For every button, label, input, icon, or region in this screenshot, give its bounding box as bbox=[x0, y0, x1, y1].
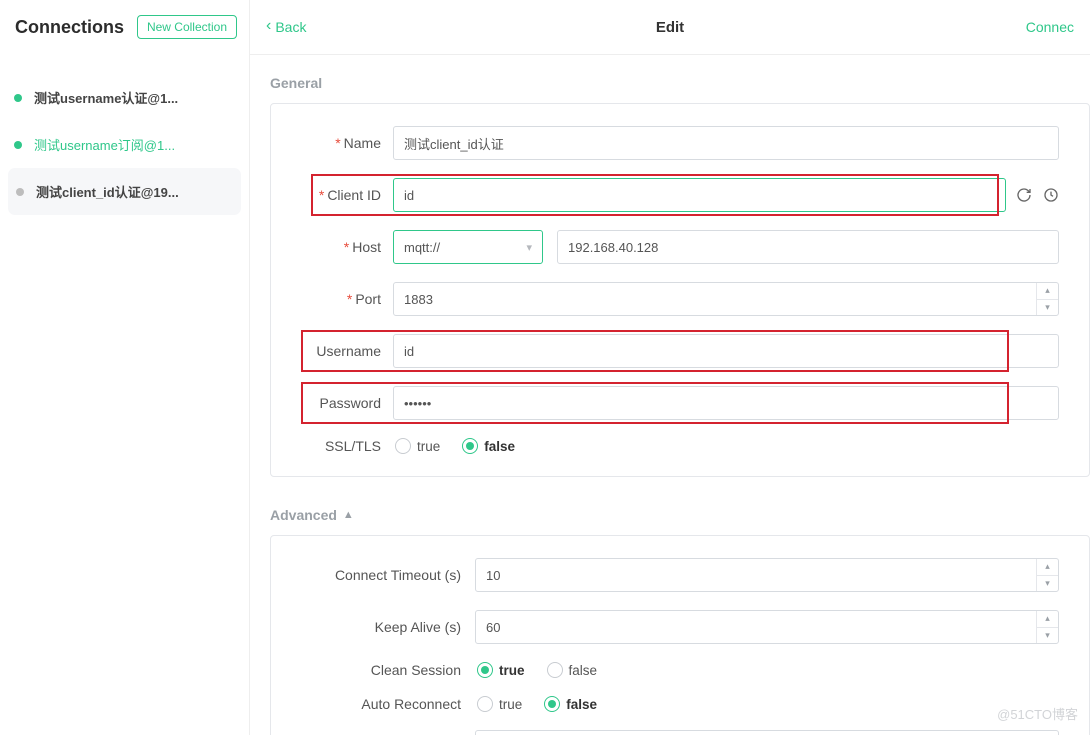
name-input[interactable]: 测试client_id认证 bbox=[393, 126, 1059, 160]
connect-timeout-input[interactable]: 10 bbox=[475, 558, 1059, 592]
chevron-down-icon[interactable]: ▾ bbox=[1037, 628, 1058, 644]
host-scheme-select[interactable]: mqtt:// ▾ bbox=[393, 230, 543, 264]
main-panel: ‹ Back Edit Connec General *Name 测试clien… bbox=[250, 0, 1090, 735]
username-input[interactable]: id bbox=[393, 334, 1059, 368]
connection-item[interactable]: 测试username订阅@1... bbox=[0, 121, 249, 168]
connection-label: 测试username认证@1... bbox=[34, 88, 178, 107]
label-auto-reconnect: Auto Reconnect bbox=[361, 696, 461, 712]
auto-reconnect-true-radio[interactable]: true bbox=[477, 696, 522, 712]
label-port: Port bbox=[355, 291, 381, 307]
sidebar: Connections New Collection 测试username认证@… bbox=[0, 0, 250, 735]
status-dot-icon bbox=[16, 188, 24, 196]
label-host: Host bbox=[352, 239, 381, 255]
topbar: ‹ Back Edit Connec bbox=[250, 0, 1090, 55]
label-ssl: SSL/TLS bbox=[325, 438, 381, 454]
label-keep-alive: Keep Alive (s) bbox=[375, 619, 461, 635]
connection-label: 测试client_id认证@19... bbox=[36, 182, 179, 201]
label-name: Name bbox=[344, 135, 381, 151]
auto-reconnect-radio-group: true false bbox=[475, 696, 597, 712]
number-stepper[interactable]: ▴▾ bbox=[1036, 283, 1058, 315]
connection-item[interactable]: 测试client_id认证@19... bbox=[8, 168, 241, 215]
password-input[interactable]: •••••• bbox=[393, 386, 1059, 420]
chevron-left-icon: ‹ bbox=[266, 18, 271, 34]
connection-list: 测试username认证@1... 测试username订阅@1... 测试cl… bbox=[0, 74, 249, 215]
label-client-id: Client ID bbox=[327, 187, 381, 203]
ssl-radio-group: true false bbox=[393, 438, 515, 454]
advanced-panel: Connect Timeout (s) 10 ▴▾ Keep Alive (s)… bbox=[270, 535, 1090, 735]
status-dot-icon bbox=[14, 141, 22, 149]
host-address-input[interactable]: 192.168.40.128 bbox=[557, 230, 1059, 264]
auto-reconnect-false-radio[interactable]: false bbox=[544, 696, 597, 712]
connection-item[interactable]: 测试username认证@1... bbox=[0, 74, 249, 121]
label-clean-session: Clean Session bbox=[371, 662, 461, 678]
ssl-false-radio[interactable]: false bbox=[462, 438, 515, 454]
sidebar-title: Connections bbox=[15, 17, 124, 38]
page-title: Edit bbox=[656, 19, 684, 36]
chevron-down-icon[interactable]: ▾ bbox=[1037, 300, 1058, 316]
mqtt-version-select[interactable]: 3.1.1 ▾ bbox=[475, 730, 1059, 735]
history-icon[interactable] bbox=[1042, 186, 1059, 204]
chevron-down-icon[interactable]: ▾ bbox=[1037, 576, 1058, 592]
clean-session-true-radio[interactable]: true bbox=[477, 662, 525, 678]
status-dot-icon bbox=[14, 94, 22, 102]
keep-alive-input[interactable]: 60 bbox=[475, 610, 1059, 644]
watermark: @51CTO博客 bbox=[997, 704, 1078, 723]
general-panel: *Name 测试client_id认证 *Client ID id bbox=[270, 103, 1090, 477]
chevron-up-icon[interactable]: ▴ bbox=[1037, 611, 1058, 628]
back-label: Back bbox=[275, 19, 306, 35]
caret-up-icon: ▲ bbox=[343, 509, 354, 521]
back-button[interactable]: ‹ Back bbox=[266, 19, 306, 35]
section-advanced-title[interactable]: Advanced ▲ bbox=[270, 507, 1090, 523]
label-password: Password bbox=[320, 395, 381, 411]
ssl-true-radio[interactable]: true bbox=[395, 438, 440, 454]
port-input[interactable]: 1883 bbox=[393, 282, 1059, 316]
chevron-up-icon[interactable]: ▴ bbox=[1037, 559, 1058, 576]
new-collection-button[interactable]: New Collection bbox=[137, 15, 237, 39]
section-general-title: General bbox=[270, 75, 1090, 91]
number-stepper[interactable]: ▴▾ bbox=[1036, 611, 1058, 643]
connection-label: 测试username订阅@1... bbox=[34, 135, 175, 154]
chevron-up-icon[interactable]: ▴ bbox=[1037, 283, 1058, 300]
clean-session-false-radio[interactable]: false bbox=[547, 662, 598, 678]
clean-session-radio-group: true false bbox=[475, 662, 597, 678]
refresh-icon[interactable] bbox=[1016, 186, 1033, 204]
label-connect-timeout: Connect Timeout (s) bbox=[335, 567, 461, 583]
label-username: Username bbox=[316, 343, 381, 359]
number-stepper[interactable]: ▴▾ bbox=[1036, 559, 1058, 591]
connect-button[interactable]: Connec bbox=[1026, 19, 1074, 35]
content-area: General *Name 测试client_id认证 *Client ID i… bbox=[250, 55, 1090, 735]
chevron-down-icon: ▾ bbox=[526, 241, 532, 254]
client-id-input[interactable]: id bbox=[393, 178, 1006, 212]
